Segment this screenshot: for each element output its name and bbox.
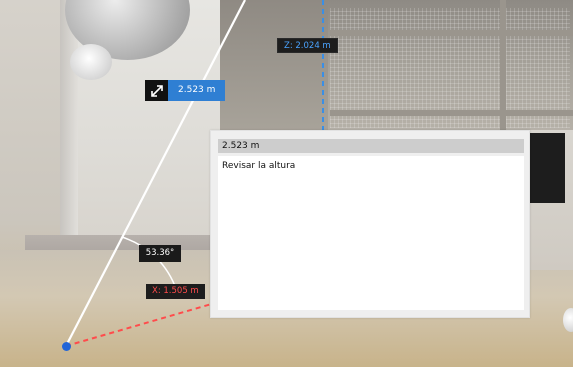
distance-label: 2.523 m — [168, 80, 226, 101]
angle-label: 53.36° — [139, 245, 181, 262]
note-dialog[interactable]: 2.523 m Revisar la altura — [210, 130, 530, 318]
dialog-title: 2.523 m — [218, 139, 524, 153]
note-textarea[interactable]: Revisar la altura — [218, 156, 524, 310]
measurement-endpoint[interactable] — [62, 342, 71, 351]
z-measure-label: Z: 2.024 m — [277, 38, 338, 53]
x-axis-line — [65, 302, 216, 347]
point-cloud-viewport[interactable]: Z: 2.024 m 2.523 m 53.36° X: 1.505 m 2.5… — [0, 0, 573, 367]
distance-badge[interactable]: 2.523 m — [145, 80, 226, 101]
diagonal-arrows-icon[interactable] — [145, 80, 168, 101]
x-measure-label: X: 1.505 m — [146, 284, 205, 299]
